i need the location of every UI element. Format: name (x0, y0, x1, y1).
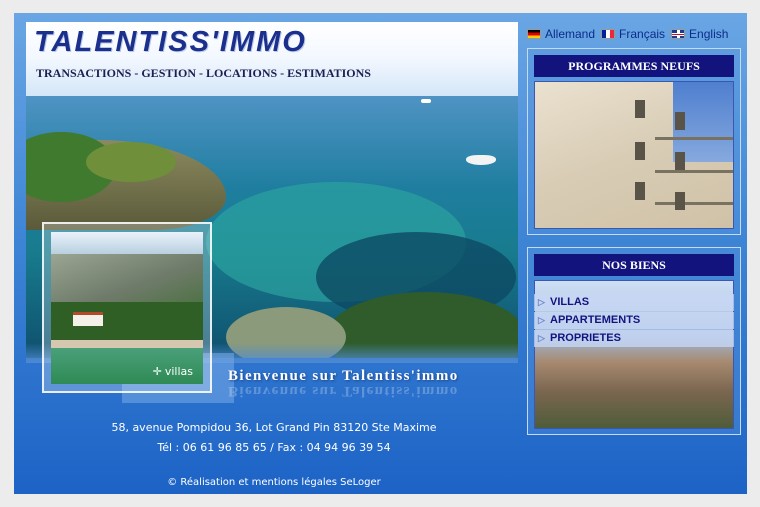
lang-english[interactable]: English (671, 27, 728, 41)
boat (421, 99, 431, 103)
hero-vegetation (86, 142, 176, 182)
menu-item-villas[interactable]: ▷ VILLAS (534, 294, 734, 311)
language-bar: Allemand Français English (527, 26, 747, 42)
menu-item-label: PROPRIETES (550, 332, 621, 344)
lang-german[interactable]: Allemand (527, 27, 595, 41)
lang-french-label: Français (619, 27, 666, 41)
building-window (675, 112, 685, 130)
uk-flag-icon (671, 29, 686, 39)
villas-thumbnail-label[interactable]: ✛ villas (153, 365, 193, 378)
fr-flag-icon (601, 29, 616, 39)
menu-item-label: VILLAS (550, 296, 590, 308)
programmes-neufs-panel: PROGRAMMES NEUFS (527, 48, 741, 235)
phone-fax: Tél : 06 61 96 85 65 / Fax : 04 94 96 39… (157, 441, 391, 454)
lang-german-label: Allemand (545, 27, 596, 41)
programmes-neufs-photo[interactable] (534, 81, 734, 229)
lang-english-label: English (689, 27, 729, 41)
building-window (635, 100, 645, 118)
nos-biens-menu: ▷ VILLAS ▷ APPARTEMENTS ▷ PROPRIETES (534, 294, 734, 348)
page-frame: TALENTISS'IMMO TRANSACTIONS - GESTION - … (14, 13, 747, 494)
villas-label-text: villas (164, 365, 193, 378)
building-window (675, 152, 685, 170)
triangle-right-icon: ▷ (538, 315, 545, 325)
building-window (635, 142, 645, 160)
tagline: TRANSACTIONS - GESTION - LOCATIONS - EST… (36, 66, 371, 80)
address: 58, avenue Pompidou 36, Lot Grand Pin 83… (111, 421, 437, 434)
nos-biens-panel: NOS BIENS ▷ VILLAS ▷ APPARTEMENTS ▷ PROP… (527, 247, 741, 435)
triangle-right-icon: ▷ (538, 333, 545, 343)
building-balcony (655, 137, 733, 140)
crosshair-icon: ✛ (152, 365, 162, 378)
boat (466, 155, 496, 165)
triangle-right-icon: ▷ (538, 297, 545, 307)
credits-link[interactable]: © Réalisation et mentions légales SeLoge… (14, 477, 534, 488)
lang-french[interactable]: Français (601, 27, 665, 41)
building-window (675, 192, 685, 210)
building-window (635, 182, 645, 200)
building-balcony (655, 202, 733, 205)
villa-house (73, 312, 103, 326)
villas-photo[interactable]: ✛ villas (51, 232, 203, 384)
building-balcony (655, 170, 733, 173)
welcome-text: Bienvenue sur Talentiss'immo (228, 368, 459, 384)
villas-thumbnail[interactable]: ✛ villas (42, 222, 212, 393)
programmes-neufs-title[interactable]: PROGRAMMES NEUFS (534, 55, 734, 77)
logo[interactable]: TALENTISS'IMMO (34, 26, 307, 59)
menu-item-label: APPARTEMENTS (550, 314, 641, 326)
de-flag-icon (527, 29, 541, 39)
nos-biens-title: NOS BIENS (534, 254, 734, 276)
menu-item-proprietes[interactable]: ▷ PROPRIETES (534, 330, 734, 347)
menu-item-appartements[interactable]: ▷ APPARTEMENTS (534, 312, 734, 329)
